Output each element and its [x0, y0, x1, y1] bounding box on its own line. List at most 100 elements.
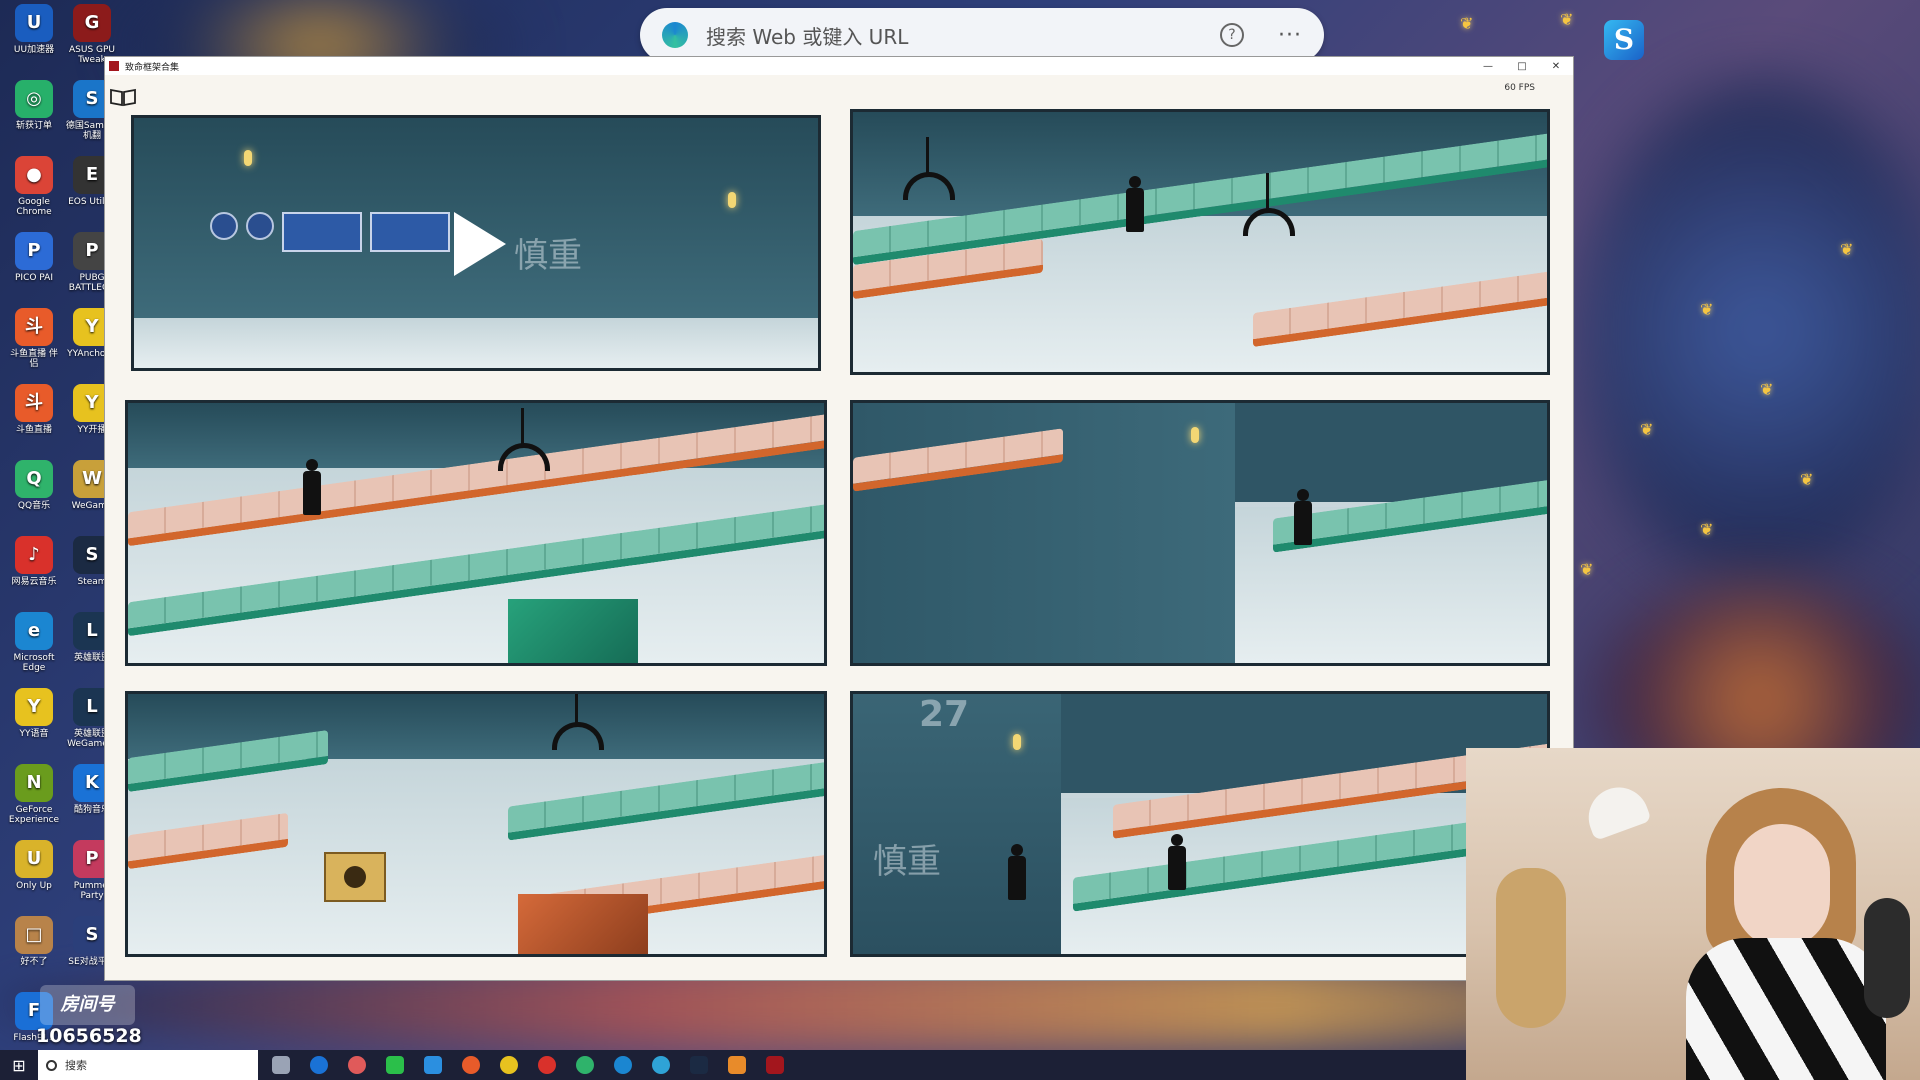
desktop-icon[interactable]: 斗斗鱼直播: [6, 384, 62, 435]
address-input[interactable]: 搜索 Web 或键入 URL: [706, 21, 1220, 50]
browser-address-bar[interactable]: 搜索 Web 或键入 URL ? ···: [640, 8, 1324, 62]
douyu-taskbar-icon[interactable]: [456, 1050, 486, 1080]
desktop-icon[interactable]: U Only Up: [6, 840, 62, 891]
desktop-icon-label: Google Chrome: [16, 197, 52, 217]
app-icon: ◎: [15, 80, 53, 118]
desktop-icon[interactable]: ♪ 网易云音乐: [6, 536, 62, 587]
comic-panel-3[interactable]: [125, 400, 827, 666]
desktop-icon-label: PICO PAI: [15, 273, 53, 283]
room-watermark: 房间号: [40, 985, 135, 1025]
stairs: [508, 599, 638, 663]
play-icon[interactable]: [454, 212, 506, 276]
comic-panel-4[interactable]: [850, 400, 1550, 666]
s-app-taskbar-icon[interactable]: [418, 1050, 448, 1080]
close-button[interactable]: ✕: [1539, 61, 1573, 72]
minimize-button[interactable]: —: [1471, 61, 1505, 72]
cardboard-box: [324, 852, 386, 902]
app-icon: 斗: [15, 308, 53, 346]
game-window: 致命框架合集 — □ ✕ 60 FPS 慎重 27 慎重: [104, 56, 1574, 981]
wall-lamp: [728, 192, 736, 208]
app-icon: G: [73, 4, 111, 42]
comic-panel-6[interactable]: 27 慎重: [850, 691, 1550, 957]
streamer-webcam: [1466, 748, 1920, 1080]
desktop-icon[interactable]: e Microsoft Edge: [6, 612, 62, 673]
windows-start-button[interactable]: ⊞: [0, 1050, 38, 1080]
desktop-icon-label: 好不了: [20, 957, 48, 967]
butterfly-decoration: ❦: [1760, 380, 1774, 399]
help-icon[interactable]: ?: [1220, 23, 1245, 47]
desktop-icon-label: YY语音: [19, 729, 49, 739]
app-icon: U: [15, 840, 53, 878]
floating-s-app-icon[interactable]: S: [1604, 20, 1644, 60]
guard-silhouette: [1293, 489, 1313, 545]
netease-music-taskbar-icon[interactable]: [532, 1050, 562, 1080]
wallpaper-blob: [1580, 80, 1920, 580]
wall-number: 27: [919, 694, 970, 735]
game-taskbar-icon[interactable]: [760, 1050, 790, 1080]
desktop-icon[interactable]: ◎ 斩获订单: [6, 80, 62, 131]
butterfly-decoration: ❦: [1700, 300, 1714, 319]
app-icon: ♪: [15, 536, 53, 574]
window-title: 致命框架合集: [125, 62, 180, 73]
desktop-icon-label: 网易云音乐: [11, 577, 57, 587]
app-icon: Q: [15, 460, 53, 498]
app-icon: □: [15, 916, 53, 954]
more-options-icon[interactable]: ···: [1278, 23, 1302, 48]
app-icon: Y: [15, 688, 53, 726]
desktop-icon-label: UU加速器: [13, 45, 55, 55]
app-taskbar-icon[interactable]: [646, 1050, 676, 1080]
room-number: 10656528: [36, 1025, 142, 1047]
butterfly-decoration: ❦: [1700, 520, 1714, 539]
app-icon: N: [15, 764, 53, 802]
comic-panel-2[interactable]: [850, 109, 1550, 375]
book-icon[interactable]: [109, 87, 137, 107]
qq-music-taskbar-icon[interactable]: [570, 1050, 600, 1080]
guard-silhouette: [1167, 834, 1187, 890]
desktop-icon-label: QQ音乐: [17, 501, 51, 511]
desktop-icon-label: YY开播: [77, 425, 107, 435]
yy-taskbar-icon[interactable]: [494, 1050, 524, 1080]
desktop-icon-label: Steam: [77, 577, 107, 587]
desktop-icon[interactable]: □ 好不了: [6, 916, 62, 967]
app-icon: P: [15, 232, 53, 270]
butterfly-decoration: ❦: [1580, 560, 1594, 579]
taskbar-search-label: 搜索: [65, 1059, 87, 1072]
app-icon: ●: [15, 156, 53, 194]
lamp: [1580, 779, 1652, 841]
desktop-icon[interactable]: P PICO PAI: [6, 232, 62, 283]
comic-panel-1[interactable]: 慎重: [131, 115, 821, 371]
app-icon: [109, 61, 119, 71]
wechat-taskbar-icon[interactable]: [380, 1050, 410, 1080]
edge-taskbar-icon[interactable]: [608, 1050, 638, 1080]
maximize-button[interactable]: □: [1505, 61, 1539, 72]
desktop-icon[interactable]: ● Google Chrome: [6, 156, 62, 217]
desktop-icon-label: 斗鱼直播 伴侣: [10, 349, 58, 369]
comic-panel-5[interactable]: [125, 691, 827, 957]
desktop-icon[interactable]: N GeForce Experience: [6, 764, 62, 825]
room-label: 房间号: [60, 994, 115, 1015]
taskbar-search[interactable]: 搜索: [38, 1050, 258, 1080]
kugou-taskbar-icon[interactable]: [304, 1050, 334, 1080]
douyu-companion-taskbar-icon[interactable]: [722, 1050, 752, 1080]
streamer: [1686, 788, 1886, 1080]
search-icon: [46, 1059, 57, 1071]
butterfly-decoration: ❦: [1560, 10, 1574, 29]
guard-silhouette: [1125, 176, 1145, 232]
guard-silhouette: [1007, 844, 1027, 900]
app-taskbar-icon[interactable]: [342, 1050, 372, 1080]
steam-taskbar-icon[interactable]: [684, 1050, 714, 1080]
wall-lamp: [1191, 427, 1199, 443]
guard-silhouette: [302, 459, 322, 515]
taskbar: ⊞ 搜索: [0, 1050, 1466, 1080]
stairs: [518, 894, 648, 954]
desktop-icon[interactable]: Q QQ音乐: [6, 460, 62, 511]
warning-sign-row: [210, 212, 450, 252]
desktop-icon-label: 斗鱼直播: [15, 425, 52, 435]
desktop-icon-label: 斩获订单: [15, 121, 52, 131]
task-view-icon[interactable]: [266, 1050, 296, 1080]
desktop-icon[interactable]: 斗斗鱼直播 伴侣: [6, 308, 62, 369]
wall-sign-text: 慎重: [514, 236, 582, 276]
microphone: [1864, 898, 1910, 1018]
desktop-icon[interactable]: Y YY语音: [6, 688, 62, 739]
desktop-icon[interactable]: U UU加速器: [6, 4, 62, 55]
